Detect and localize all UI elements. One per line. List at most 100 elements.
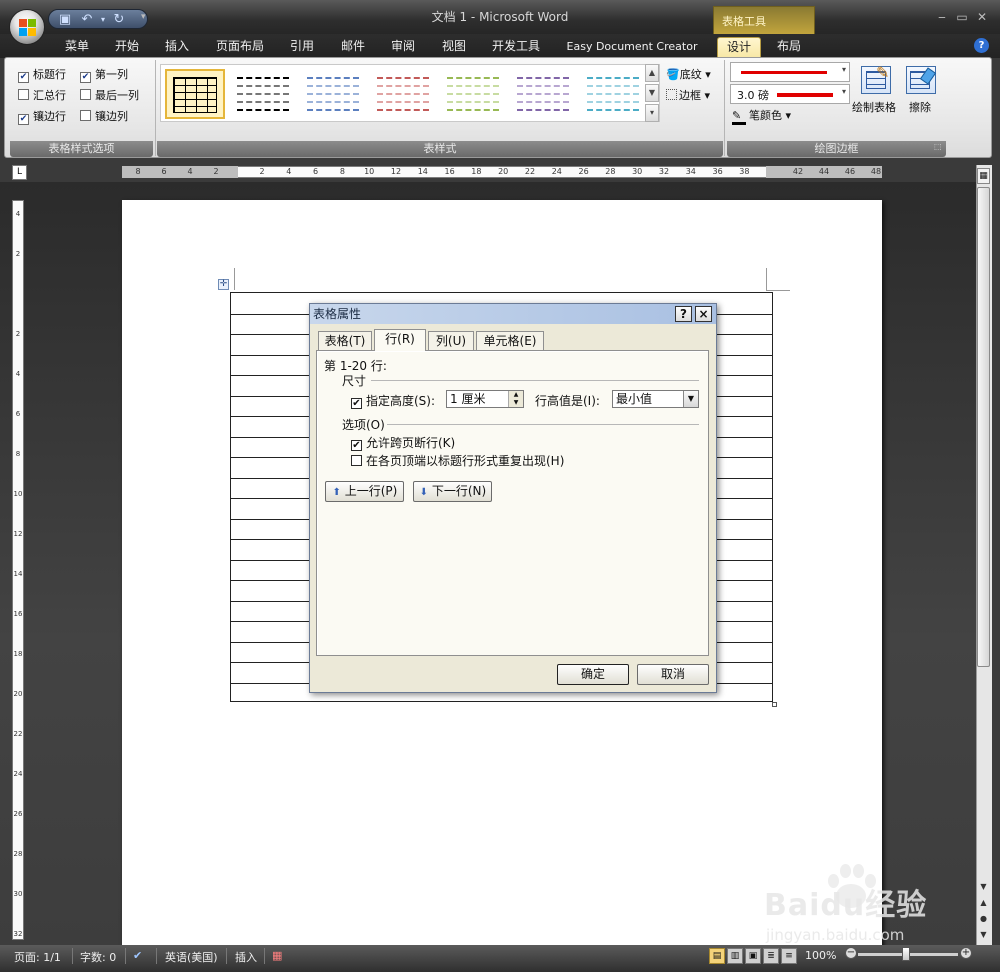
ruler-number: 22	[13, 730, 23, 738]
shading-button[interactable]: 🪣底纹 ▾	[666, 66, 711, 82]
tab-mailings[interactable]: 邮件	[335, 37, 371, 58]
status-language[interactable]: 英语(美国)	[165, 949, 218, 965]
customize-qat-icon[interactable]: ▾	[141, 12, 146, 22]
ruler-number: 32	[658, 167, 670, 176]
tab-review[interactable]: 审阅	[385, 37, 421, 58]
draw-table-icon[interactable]: ✎	[861, 63, 891, 94]
tab-easy-document-creator[interactable]: Easy Document Creator	[560, 37, 704, 58]
quick-access-toolbar: ▣ ↶ ▾ ↻	[48, 9, 148, 29]
draw-table-label[interactable]: 绘制表格	[852, 99, 896, 115]
tab-row[interactable]: 行(R)	[374, 329, 426, 351]
ruler-number: 28	[13, 850, 23, 858]
table-move-handle[interactable]: ✛	[218, 279, 229, 290]
tab-cell[interactable]: 单元格(E)	[476, 331, 544, 350]
undo-icon[interactable]: ↶	[79, 12, 95, 27]
next-page-icon[interactable]: ▼	[977, 928, 990, 942]
status-separator	[72, 948, 73, 964]
table-style-red[interactable]	[373, 69, 433, 119]
web-layout-icon[interactable]: ▣	[745, 948, 761, 964]
chevron-down-icon[interactable]: ▼	[683, 391, 698, 407]
table-style-green[interactable]	[443, 69, 503, 119]
full-screen-reading-icon[interactable]: ▥	[727, 948, 743, 964]
tab-menu[interactable]: 菜单	[58, 37, 96, 58]
dialog-close-button[interactable]: ×	[695, 306, 712, 322]
tab-insert[interactable]: 插入	[158, 37, 196, 58]
table-style-purple[interactable]	[513, 69, 573, 119]
ok-button[interactable]: 确定	[557, 664, 629, 685]
proofing-icon[interactable]: ✔	[133, 949, 142, 962]
spin-up-icon[interactable]: ▲	[509, 391, 523, 399]
dialog-help-button[interactable]: ?	[675, 306, 692, 322]
scroll-down-icon[interactable]: ▼	[977, 880, 990, 894]
tab-view[interactable]: 视图	[436, 37, 472, 58]
specify-height-checkbox[interactable]: ✔ 指定高度(S):	[351, 392, 435, 409]
borders-button[interactable]: 边框 ▾	[666, 87, 710, 103]
table-style-light-shading[interactable]	[233, 69, 293, 119]
previous-row-button[interactable]: ⬆ 上一行(P)	[325, 481, 404, 502]
tab-layout[interactable]: 布局	[769, 37, 809, 58]
zoom-in-icon[interactable]: +	[960, 947, 972, 959]
tab-column[interactable]: 列(U)	[428, 331, 474, 350]
table-style-blue[interactable]	[303, 69, 363, 119]
repeat-header-checkbox[interactable]: 在各页顶端以标题行形式重复出现(H)	[351, 452, 564, 469]
macro-record-icon[interactable]: ▦	[272, 949, 282, 962]
height-spinner[interactable]: ▲ ▼	[508, 391, 523, 407]
cancel-button[interactable]: 取消	[637, 664, 709, 685]
eraser-icon[interactable]	[906, 66, 937, 94]
pen-style-dropdown[interactable]: ▾	[730, 62, 850, 82]
gallery-scroll-up[interactable]: ▲	[645, 64, 659, 82]
gallery-scroll-down[interactable]: ▼	[645, 84, 659, 102]
browse-object-icon[interactable]: ●	[977, 912, 990, 926]
tab-design[interactable]: 设计	[717, 37, 761, 58]
last-column-checkbox[interactable]: 最后一列	[80, 87, 139, 103]
tab-developer[interactable]: 开发工具	[486, 37, 546, 58]
print-layout-icon[interactable]: ▤	[709, 948, 725, 964]
outline-icon[interactable]: ≣	[763, 948, 779, 964]
help-icon[interactable]: ?	[974, 38, 989, 53]
ruler-number: 12	[390, 167, 402, 176]
scrollbar-thumb[interactable]	[977, 187, 990, 667]
banded-rows-checkbox[interactable]: ✔ 镶边行	[18, 108, 66, 125]
ruler-number: 2	[259, 167, 265, 176]
tab-page-layout[interactable]: 页面布局	[210, 37, 270, 58]
first-column-checkbox[interactable]: ✔ 第一列	[80, 66, 128, 83]
maximize-icon[interactable]: ▭	[954, 10, 970, 24]
minimize-icon[interactable]: ‒	[934, 10, 950, 24]
gallery-expand[interactable]: ▾	[645, 104, 659, 122]
total-row-checkbox[interactable]: 汇总行	[18, 87, 66, 103]
tab-table[interactable]: 表格(T)	[318, 331, 372, 350]
banded-columns-checkbox[interactable]: 镶边列	[80, 108, 128, 124]
undo-dropdown-icon[interactable]: ▾	[95, 12, 111, 27]
status-page[interactable]: 页面: 1/1	[14, 949, 61, 965]
draft-icon[interactable]: ≡	[781, 948, 797, 964]
pen-weight-dropdown[interactable]: 3.0 磅 ▾	[730, 84, 850, 104]
close-window-icon[interactable]: ✕	[974, 10, 990, 24]
pen-color-button[interactable]: ✎ 笔颜色 ▾	[732, 107, 791, 125]
redo-icon[interactable]: ↻	[111, 12, 127, 27]
zoom-level[interactable]: 100%	[805, 949, 836, 962]
eraser-label[interactable]: 擦除	[909, 99, 931, 115]
spin-down-icon[interactable]: ▼	[509, 399, 523, 407]
tab-home[interactable]: 开始	[108, 37, 146, 58]
zoom-out-icon[interactable]: −	[845, 947, 857, 959]
ruler-number: 12	[13, 530, 23, 538]
office-button[interactable]	[9, 9, 45, 45]
view-ruler-icon[interactable]: ▦	[977, 168, 990, 184]
tab-references[interactable]: 引用	[284, 37, 320, 58]
ruler-number: 14	[417, 167, 428, 176]
zoom-slider-thumb[interactable]	[902, 947, 910, 961]
previous-page-icon[interactable]: ▲	[977, 896, 990, 910]
status-words[interactable]: 字数: 0	[80, 949, 116, 965]
ruler-number: 24	[551, 167, 562, 176]
tab-selector-icon[interactable]: L	[12, 165, 27, 180]
status-insert-mode[interactable]: 插入	[235, 949, 257, 965]
table-style-aqua[interactable]	[583, 69, 643, 119]
table-resize-handle[interactable]	[772, 702, 777, 707]
next-row-button[interactable]: ⬇ 下一行(N)	[413, 481, 492, 502]
save-icon[interactable]: ▣	[57, 12, 73, 27]
ruler-number: 8	[135, 167, 141, 176]
header-row-checkbox[interactable]: ✔ 标题行	[18, 66, 66, 83]
table-style-plain-grid[interactable]	[165, 69, 225, 119]
dialog-launcher-icon[interactable]: ⬚	[934, 142, 942, 151]
allow-break-checkbox[interactable]: ✔ 允许跨页断行(K)	[351, 434, 455, 451]
